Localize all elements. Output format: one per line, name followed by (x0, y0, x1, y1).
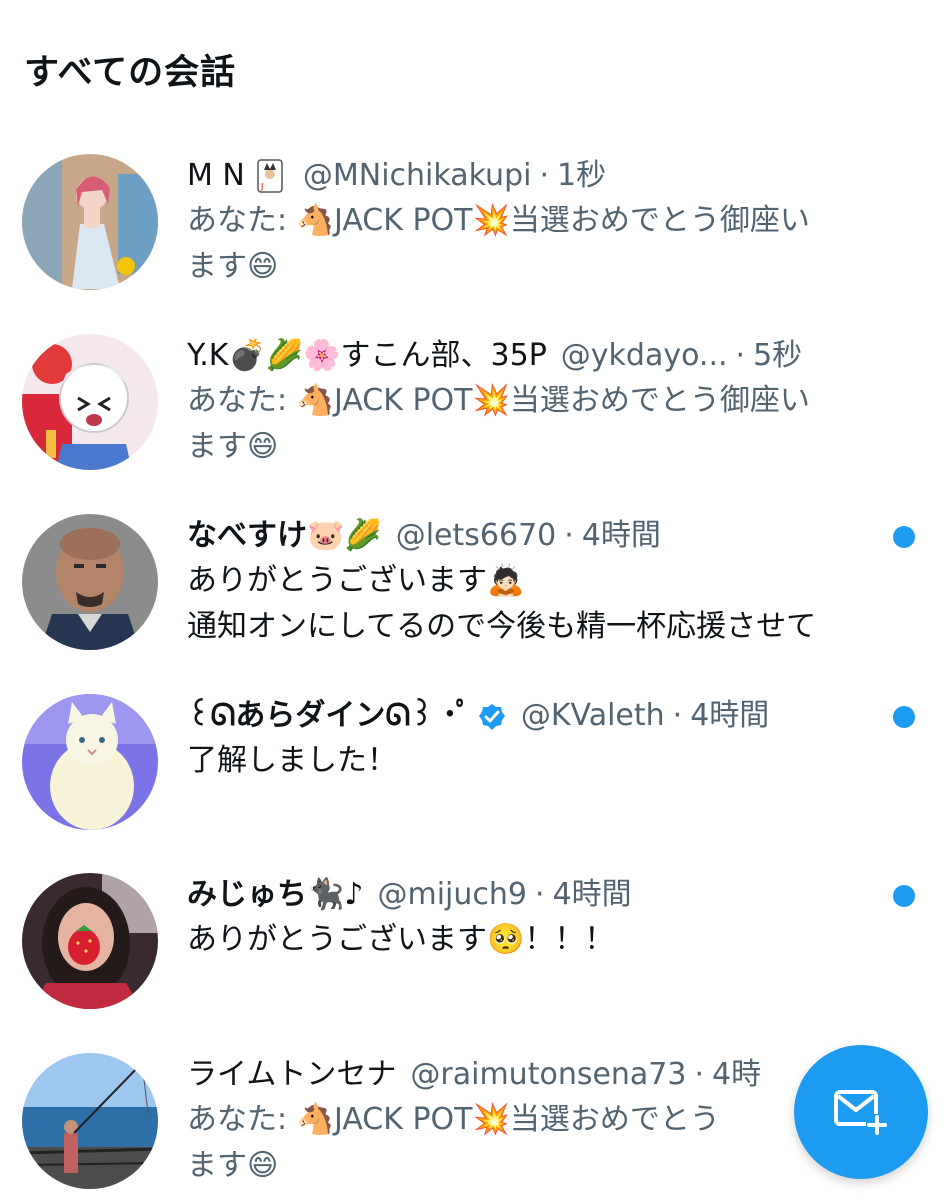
conversation-item[interactable]: みじゅち🐈‍⬛♪ @mijuch9 · 4時間 ありがとうございます🥺！！！ (0, 873, 949, 1043)
message-preview-continued: ます😄 (187, 249, 279, 284)
user-handle: @mijuch9 (377, 877, 528, 912)
display-name: ꒰ᘏあらダインᘏ꒱ ･ﾟ (187, 698, 471, 733)
messages-screen: すべての会話 M N J @MNichikakupi · 1秒 あなた: 🐴JA… (0, 0, 949, 1200)
message-preview: 了解しました！ (187, 743, 397, 778)
new-message-icon (832, 1086, 890, 1138)
separator: · (672, 698, 683, 733)
avatar[interactable] (22, 514, 158, 650)
display-name: なべすけ🐷🌽 (187, 518, 382, 553)
new-message-button[interactable] (794, 1045, 928, 1179)
user-handle: @raimutonsena73 (410, 1057, 687, 1092)
separator: · (539, 158, 549, 193)
timestamp: 1秒 (557, 158, 607, 193)
avatar[interactable] (22, 334, 158, 470)
section-title: すべての会話 (24, 53, 237, 93)
unread-indicator (893, 885, 915, 907)
timestamp: 4時間 (581, 518, 661, 553)
timestamp: 5秒 (753, 338, 803, 373)
message-preview-continued: ます😄 (187, 429, 279, 464)
conversation-item[interactable]: なべすけ🐷🌽 @lets6670 · 4時間 ありがとうございます🙇🏻 通知オン… (0, 514, 949, 684)
user-handle: @MNichikakupi (302, 158, 532, 193)
timestamp: 4時間 (690, 698, 770, 733)
separator: · (694, 1057, 705, 1092)
verified-badge-icon (477, 701, 507, 731)
display-name: Y.K💣🌽🌸すこん部、35P (187, 338, 547, 373)
user-handle: @lets6670 (395, 518, 557, 553)
user-handle: @KValeth (520, 698, 665, 733)
message-preview: ありがとうございます🥺！！！ (187, 922, 615, 957)
user-handle: @ykdayo... (560, 338, 728, 373)
avatar[interactable] (22, 694, 158, 830)
svg-text:J: J (260, 182, 263, 191)
timestamp: 4時間 (552, 877, 632, 912)
unread-indicator (893, 526, 915, 548)
avatar[interactable] (22, 873, 158, 1009)
joker-card-icon: J (253, 159, 287, 193)
avatar[interactable] (22, 1053, 158, 1189)
separator: · (564, 518, 574, 553)
conversation-item[interactable]: ꒰ᘏあらダインᘏ꒱ ･ﾟ @KValeth · 4時間 了解しました！ (0, 694, 949, 864)
separator: · (535, 877, 545, 912)
message-preview: あなた: 🐴JACK POT💥当選おめでとう御座い (187, 383, 810, 418)
timestamp: 4時 (712, 1057, 762, 1092)
message-preview: ありがとうございます🙇🏻 (187, 563, 525, 598)
unread-indicator (893, 706, 915, 728)
message-preview: あなた: 🐴JACK POT💥当選おめでとう御座い (187, 203, 810, 238)
display-name: みじゅち🐈‍⬛♪ (187, 877, 364, 912)
display-name: M N (187, 158, 245, 193)
message-preview-continued: 通知オンにしてるので今後も精一杯応援させて (187, 609, 817, 644)
conversation-item[interactable]: M N J @MNichikakupi · 1秒 あなた: 🐴JACK POT💥… (0, 154, 949, 324)
display-name: ライムトンセナ (187, 1057, 397, 1092)
separator: · (735, 338, 746, 373)
conversation-item[interactable]: Y.K💣🌽🌸すこん部、35P @ykdayo... · 5秒 あなた: 🐴JAC… (0, 334, 949, 504)
avatar[interactable] (22, 154, 158, 290)
